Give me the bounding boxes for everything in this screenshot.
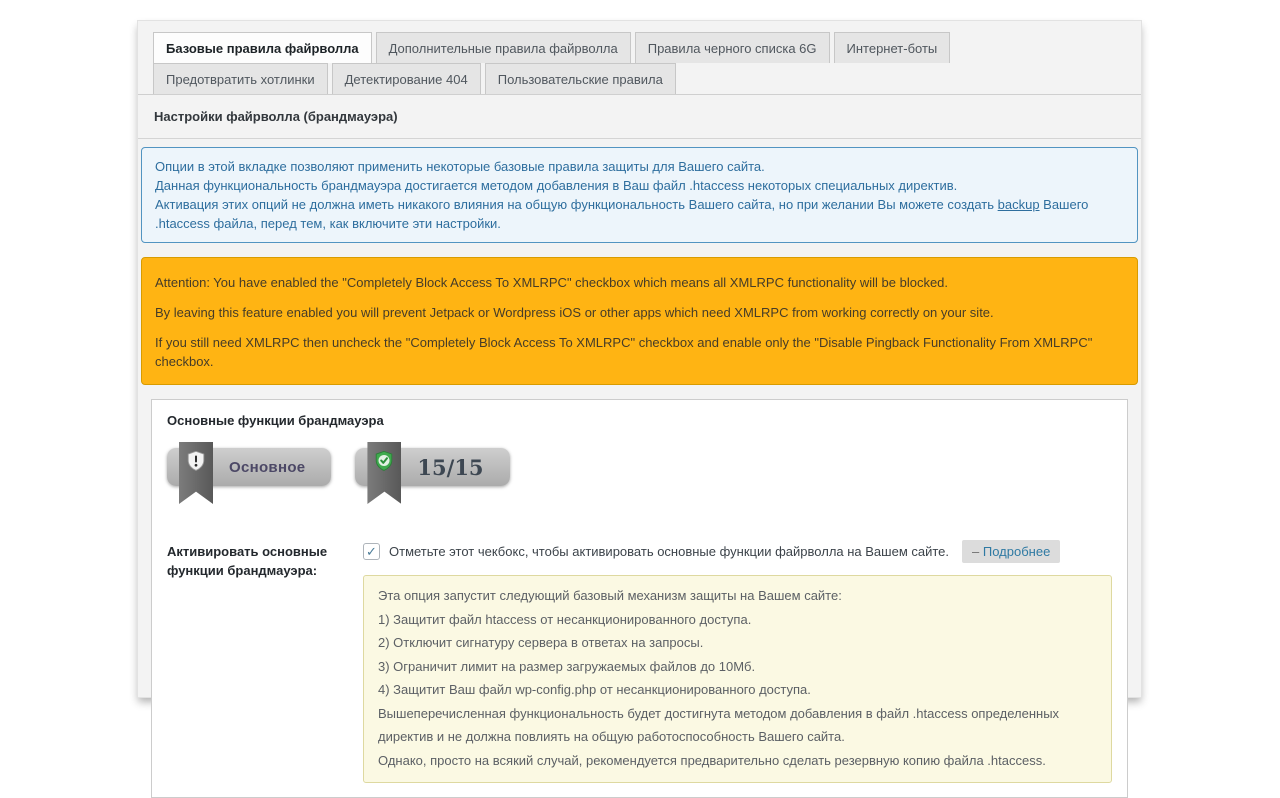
- shield-check-icon: [373, 449, 395, 473]
- firewall-settings-panel: Базовые правила файрволла Дополнительные…: [137, 20, 1142, 698]
- yellow-line-2: 2) Отключит сигнатуру сервера в ответах …: [378, 631, 1097, 655]
- checkbox-line: ✓ Отметьте этот чекбокс, чтобы активиров…: [363, 540, 1112, 563]
- badge-basic: Основное: [167, 442, 331, 518]
- tab-additional-firewall-rules[interactable]: Дополнительные правила файрволла: [376, 32, 631, 63]
- info-line-3-text: Активация этих опций не должна иметь ник…: [155, 197, 998, 212]
- page-title: Настройки файрволла (брандмауэра): [138, 95, 1141, 139]
- badge-basic-ribbon: [179, 442, 213, 504]
- info-line-1: Опции в этой вкладке позволяют применить…: [155, 157, 1124, 176]
- yellow-line-intro: Эта опция запустит следующий базовый мех…: [378, 584, 1097, 608]
- badge-basic-label: Основное: [229, 459, 305, 476]
- more-info-label: Подробнее: [983, 544, 1050, 559]
- security-badges: Основное 15/15: [167, 442, 1112, 518]
- tab-6g-blacklist-rules[interactable]: Правила черного списка 6G: [635, 32, 830, 63]
- collapse-minus-icon: –: [972, 544, 979, 559]
- info-box-yellow: Эта опция запустит следующий базовый мех…: [363, 575, 1112, 783]
- basic-firewall-settings-box: Основные функции брандмауэра Основное 15…: [151, 399, 1128, 798]
- badge-score-ribbon: [367, 442, 401, 504]
- enable-basic-firewall-row: Активировать основные функции брандмауэр…: [167, 540, 1112, 783]
- checkbox-description: Отметьте этот чекбокс, чтобы активироват…: [389, 544, 949, 559]
- yellow-line-3: 3) Ограничит лимит на размер загружаемых…: [378, 655, 1097, 679]
- section-title: Основные функции брандмауэра: [167, 413, 1112, 428]
- enable-basic-firewall-content: ✓ Отметьте этот чекбокс, чтобы активиров…: [363, 540, 1112, 783]
- yellow-line-4: 4) Защитит Ваш файл wp-config.php от нес…: [378, 678, 1097, 702]
- info-line-2: Данная функциональность брандмауэра дост…: [155, 176, 1124, 195]
- info-line-3: Активация этих опций не должна иметь ник…: [155, 195, 1124, 233]
- warning-paragraph-2: By leaving this feature enabled you will…: [155, 303, 1124, 322]
- enable-basic-firewall-label: Активировать основные функции брандмауэр…: [167, 540, 363, 783]
- warning-box-xmlrpc: Attention: You have enabled the "Complet…: [141, 257, 1138, 385]
- tab-internet-bots[interactable]: Интернет-боты: [834, 32, 951, 63]
- warning-paragraph-1: Attention: You have enabled the "Complet…: [155, 273, 1124, 292]
- tab-bar: Базовые правила файрволла Дополнительные…: [138, 21, 1141, 95]
- warning-paragraph-3: If you still need XMLRPC then uncheck th…: [155, 333, 1124, 371]
- tab-custom-rules[interactable]: Пользовательские правила: [485, 63, 676, 94]
- yellow-line-1: 1) Защитит файл htaccess от несанкционир…: [378, 608, 1097, 632]
- enable-basic-firewall-checkbox[interactable]: ✓: [363, 543, 380, 560]
- badge-score: 15/15: [355, 442, 509, 518]
- tab-prevent-hotlinks[interactable]: Предотвратить хотлинки: [153, 63, 328, 94]
- tab-404-detection[interactable]: Детектирование 404: [332, 63, 481, 94]
- yellow-line-note: Однако, просто на всякий случай, рекомен…: [378, 749, 1097, 773]
- badge-score-label: 15/15: [417, 455, 483, 480]
- info-box-blue: Опции в этой вкладке позволяют применить…: [141, 147, 1138, 243]
- yellow-line-summary: Вышеперечисленная функциональность будет…: [378, 702, 1097, 749]
- tab-basic-firewall-rules[interactable]: Базовые правила файрволла: [153, 32, 372, 63]
- more-info-toggle-button[interactable]: – Подробнее: [962, 540, 1060, 563]
- backup-link[interactable]: backup: [998, 197, 1040, 212]
- shield-exclamation-icon: [185, 449, 207, 473]
